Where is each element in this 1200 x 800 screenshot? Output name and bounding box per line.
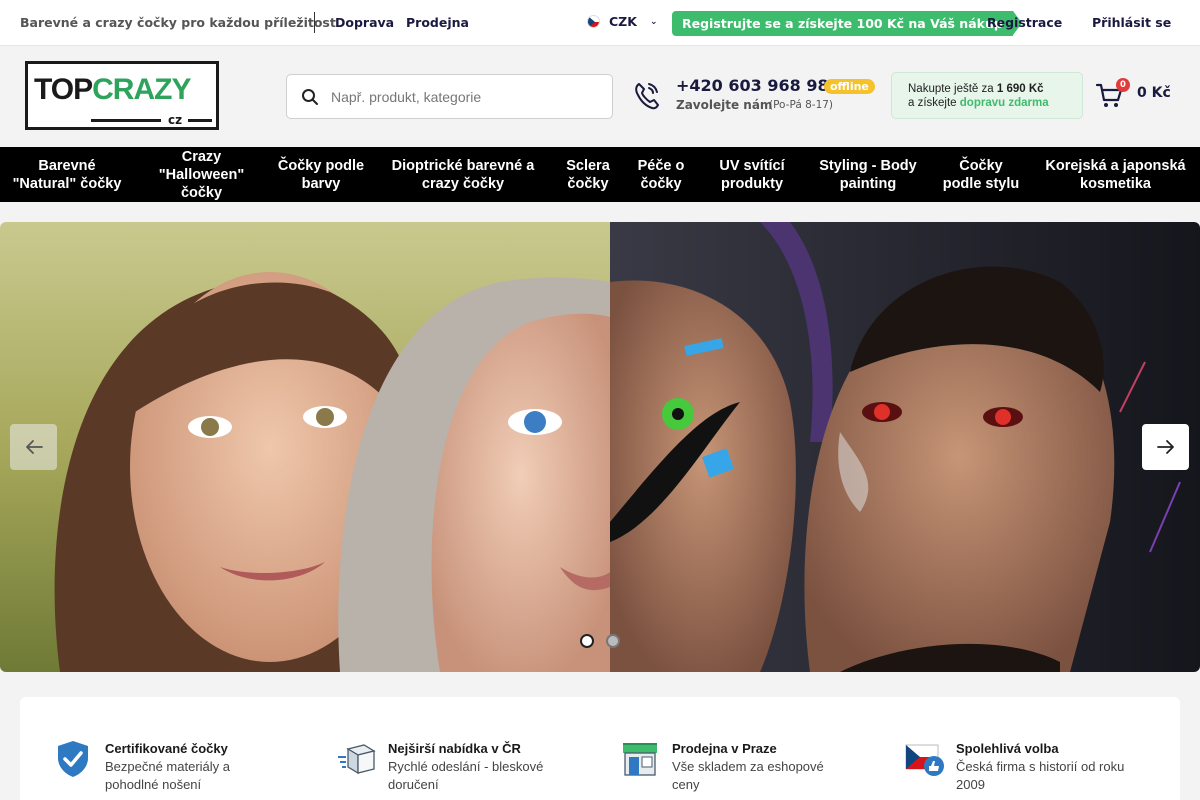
top-bar: Barevné a crazy čočky pro každou příleži…: [0, 0, 1200, 46]
feature-title: Nejširší nabídka v ČR: [388, 741, 521, 756]
store-icon: [623, 743, 657, 776]
shield-check-icon: [58, 741, 88, 777]
nav-dioptric-lenses[interactable]: Dioptrické barevné a crazy čočky: [373, 147, 553, 202]
currency-value: CZK: [609, 14, 637, 29]
fast-box-icon: [338, 744, 376, 775]
feature-desc: Česká firma s historií od roku 2009: [956, 759, 1125, 792]
nav-sclera-lenses[interactable]: Sclera čočky: [553, 147, 623, 202]
tagline: Barevné a crazy čočky pro každou příleži…: [20, 15, 336, 30]
divider: [314, 12, 315, 33]
status-badge: offline: [824, 79, 875, 94]
remaining-amount: 1 690 Kč: [996, 83, 1044, 95]
search-icon[interactable]: [301, 88, 319, 106]
shipping-link[interactable]: Doprava: [335, 15, 394, 30]
feature-desc: Vše skladem za eshopové ceny: [672, 759, 824, 792]
nav-korean-cosmetics[interactable]: Korejská a japonská kosmetika: [1031, 147, 1200, 202]
feature-desc: Rychlé odeslání - bleskové doručení: [388, 759, 544, 792]
nav-lenses-by-color[interactable]: Čočky podle barvy: [269, 147, 373, 202]
register-promo-banner[interactable]: Registrujte se a získejte 100 Kč na Váš …: [672, 11, 1022, 36]
feature-desc: Bezpečné materiály a pohodlné nošení: [105, 759, 231, 792]
nav-uv-products[interactable]: UV svítící produkty: [699, 147, 805, 202]
search-box: [286, 74, 613, 119]
search-input[interactable]: [331, 85, 601, 109]
free-shipping-box: Nakupte ještě za 1 690 Kč a získejte dop…: [891, 72, 1083, 119]
slider-dot-1[interactable]: [580, 634, 594, 648]
logo-cz: cz: [168, 113, 183, 127]
opening-hours: (Po-Pá 8-17): [769, 99, 834, 111]
nav-natural-lenses[interactable]: Barevné "Natural" čočky: [0, 147, 134, 202]
call-label: Zavolejte nám: [676, 98, 773, 112]
feature-title: Prodejna v Praze: [672, 741, 777, 756]
chevron-down-icon: ⌄: [649, 16, 658, 27]
register-link[interactable]: Registrace: [987, 15, 1062, 30]
store-link[interactable]: Prodejna: [406, 15, 469, 30]
slider-next-button[interactable]: [1142, 424, 1189, 470]
nav-body-painting[interactable]: Styling - Body painting: [805, 147, 931, 202]
login-link[interactable]: Přihlásit se: [1092, 15, 1171, 30]
nav-lens-care[interactable]: Péče o čočky: [623, 147, 699, 202]
czech-flag-thumb-icon: [905, 744, 944, 776]
slider-prev-button[interactable]: [10, 424, 57, 470]
cart-total[interactable]: 0 Kč: [1137, 85, 1171, 101]
hero-slider[interactable]: [0, 222, 1200, 672]
feature-title: Certifikované čočky: [105, 741, 228, 756]
feature-title: Spolehlivá volba: [956, 741, 1059, 756]
logo-wordmark: TOPCRAZY: [34, 73, 191, 106]
cart-count-badge: 0: [1116, 78, 1130, 92]
nav-lenses-by-style[interactable]: Čočky podle stylu: [931, 147, 1031, 202]
hero-image: [0, 222, 1200, 672]
currency-select[interactable]: CZK ⌄: [587, 14, 657, 29]
arrow-right-icon: [1156, 440, 1174, 454]
nav-halloween-lenses[interactable]: Crazy "Halloween" čočky: [134, 147, 269, 202]
arrow-left-icon: [25, 440, 43, 454]
slider-dot-2[interactable]: [606, 634, 620, 648]
features-strip: Certifikované čočky Bezpečné materiály a…: [20, 697, 1180, 800]
phone-number[interactable]: +420 603 968 981: [676, 76, 840, 95]
category-nav: Barevné "Natural" čočky Crazy "Halloween" č…: [0, 147, 1200, 202]
czech-flag-icon: [587, 15, 600, 28]
phone-icon: [635, 83, 659, 110]
site-logo[interactable]: TOPCRAZY cz: [25, 61, 219, 130]
